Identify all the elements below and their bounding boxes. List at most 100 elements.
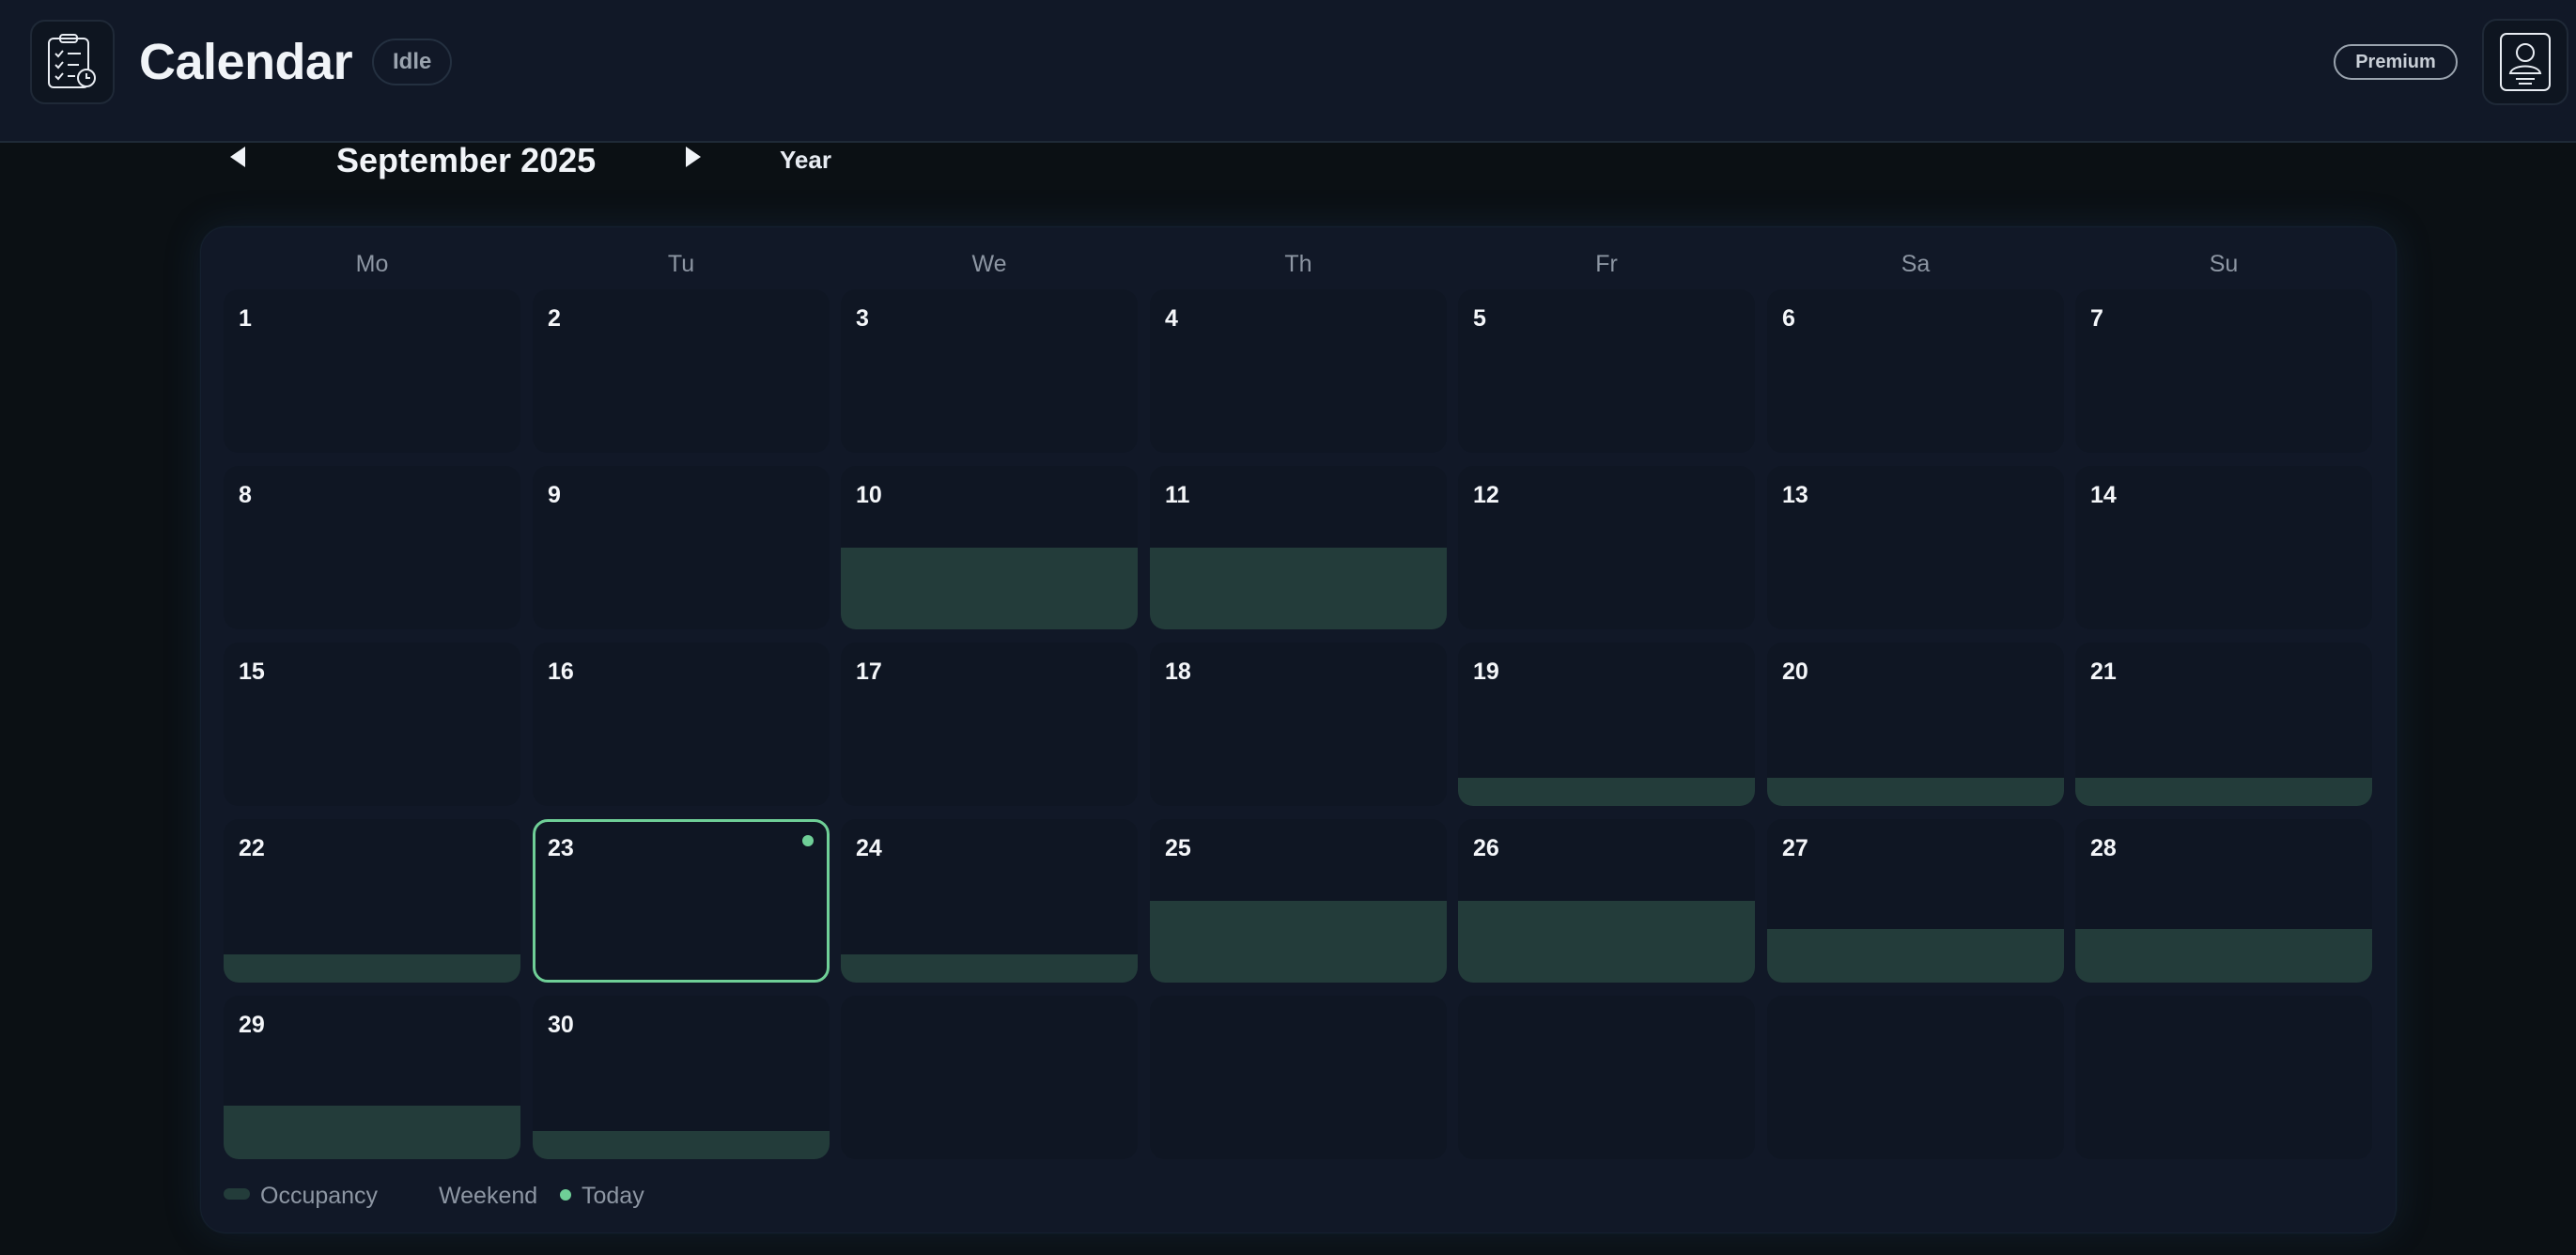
app-header: Calendar Idle Premium bbox=[0, 0, 2576, 143]
day-cell-today[interactable]: 23 bbox=[533, 819, 830, 983]
day-number: 18 bbox=[1165, 658, 1191, 685]
day-number: 5 bbox=[1473, 305, 1486, 332]
empty-day-cell bbox=[1458, 996, 1755, 1159]
day-number: 14 bbox=[2090, 482, 2117, 508]
day-number: 11 bbox=[1165, 482, 1190, 508]
legend-weekend: Weekend bbox=[439, 1183, 538, 1209]
day-cell[interactable]: 26 bbox=[1458, 819, 1755, 983]
day-cell[interactable]: 12 bbox=[1458, 466, 1755, 629]
empty-day-cell bbox=[1150, 996, 1447, 1159]
day-number: 8 bbox=[239, 482, 252, 508]
day-cell[interactable]: 4 bbox=[1150, 289, 1447, 453]
chevron-right-icon bbox=[686, 147, 701, 167]
day-number: 23 bbox=[548, 835, 574, 861]
day-cell[interactable]: 18 bbox=[1150, 643, 1447, 806]
empty-day-cell bbox=[2075, 996, 2372, 1159]
day-number: 12 bbox=[1473, 482, 1499, 508]
occupancy-bar bbox=[1458, 778, 1755, 806]
day-cell[interactable]: 27 bbox=[1767, 819, 2064, 983]
occupancy-bar bbox=[1150, 901, 1447, 983]
occupancy-swatch bbox=[224, 1188, 250, 1200]
day-number: 19 bbox=[1473, 658, 1499, 685]
weekday-label: We bbox=[971, 251, 1007, 277]
user-icon[interactable] bbox=[2482, 19, 2568, 105]
day-cell[interactable]: 7 bbox=[2075, 289, 2372, 453]
occupancy-bar bbox=[1767, 929, 2064, 983]
occupancy-bar bbox=[2075, 929, 2372, 983]
occupancy-bar bbox=[224, 954, 520, 983]
day-number: 13 bbox=[1782, 482, 1808, 508]
day-number: 21 bbox=[2090, 658, 2117, 685]
chevron-left-icon bbox=[230, 147, 245, 167]
day-number: 27 bbox=[1782, 835, 1808, 861]
day-number: 16 bbox=[548, 658, 574, 685]
day-cell[interactable]: 6 bbox=[1767, 289, 2064, 453]
weekday-label: Tu bbox=[667, 251, 695, 277]
app-title: Calendar bbox=[139, 34, 353, 90]
day-cell[interactable]: 17 bbox=[841, 643, 1138, 806]
occupancy-bar bbox=[841, 954, 1138, 983]
day-number: 28 bbox=[2090, 835, 2117, 861]
day-number: 7 bbox=[2090, 305, 2103, 332]
clipboard-checklist-icon[interactable] bbox=[30, 20, 115, 104]
day-cell[interactable]: 21 bbox=[2075, 643, 2372, 806]
day-cell[interactable]: 25 bbox=[1150, 819, 1447, 983]
day-number: 10 bbox=[856, 482, 882, 508]
day-number: 22 bbox=[239, 835, 265, 861]
day-number: 29 bbox=[239, 1012, 265, 1038]
day-number: 1 bbox=[239, 305, 252, 332]
status-badge: Idle bbox=[372, 39, 453, 85]
empty-day-cell bbox=[1767, 996, 2064, 1159]
day-number: 6 bbox=[1782, 305, 1795, 332]
day-cell[interactable]: 19 bbox=[1458, 643, 1755, 806]
day-cell[interactable]: 28 bbox=[2075, 819, 2372, 983]
day-cell[interactable]: 20 bbox=[1767, 643, 2064, 806]
day-cell[interactable]: 13 bbox=[1767, 466, 2064, 629]
occupancy-bar bbox=[1150, 548, 1447, 629]
day-number: 4 bbox=[1165, 305, 1178, 332]
day-number: 20 bbox=[1782, 658, 1808, 685]
weekday-label: Su bbox=[2209, 251, 2239, 277]
weekday-label: Th bbox=[1284, 251, 1312, 277]
day-cell[interactable]: 22 bbox=[224, 819, 520, 983]
weekday-label: Sa bbox=[1901, 251, 1931, 277]
day-cell[interactable]: 5 bbox=[1458, 289, 1755, 453]
occupancy-bar bbox=[2075, 778, 2372, 806]
month-navigation: September 2025 Year bbox=[0, 143, 2576, 209]
day-cell[interactable]: 2 bbox=[533, 289, 830, 453]
year-view-button[interactable]: Year bbox=[780, 146, 831, 174]
day-number: 26 bbox=[1473, 835, 1499, 861]
day-cell[interactable]: 14 bbox=[2075, 466, 2372, 629]
day-cell[interactable]: 16 bbox=[533, 643, 830, 806]
day-cell[interactable]: 29 bbox=[224, 996, 520, 1159]
day-number: 24 bbox=[856, 835, 882, 861]
day-cell[interactable]: 3 bbox=[841, 289, 1138, 453]
previous-month-button[interactable] bbox=[210, 129, 267, 185]
occupancy-bar bbox=[841, 548, 1138, 629]
day-number: 2 bbox=[548, 305, 561, 332]
occupancy-bar bbox=[1458, 901, 1755, 983]
occupancy-bar bbox=[533, 1131, 830, 1159]
day-cell[interactable]: 24 bbox=[841, 819, 1138, 983]
weekday-label: Mo bbox=[355, 251, 389, 277]
day-number: 17 bbox=[856, 658, 882, 685]
day-cell[interactable]: 8 bbox=[224, 466, 520, 629]
legend-occupancy: Occupancy bbox=[260, 1183, 379, 1209]
day-number: 15 bbox=[239, 658, 265, 685]
day-cell[interactable]: 1 bbox=[224, 289, 520, 453]
day-cell[interactable]: 10 bbox=[841, 466, 1138, 629]
month-label: September 2025 bbox=[336, 141, 597, 179]
premium-badge[interactable]: Premium bbox=[2334, 44, 2458, 80]
day-cell[interactable]: 11 bbox=[1150, 466, 1447, 629]
day-number: 3 bbox=[856, 305, 869, 332]
weekday-label: Fr bbox=[1595, 251, 1618, 277]
occupancy-bar bbox=[224, 1106, 520, 1159]
next-month-button[interactable] bbox=[664, 129, 721, 185]
day-cell[interactable]: 15 bbox=[224, 643, 520, 806]
day-cell[interactable]: 9 bbox=[533, 466, 830, 629]
day-cell[interactable]: 30 bbox=[533, 996, 830, 1159]
occupancy-bar bbox=[1767, 778, 2064, 806]
day-number: 9 bbox=[548, 482, 561, 508]
day-number: 25 bbox=[1165, 835, 1191, 861]
empty-day-cell bbox=[841, 996, 1138, 1159]
